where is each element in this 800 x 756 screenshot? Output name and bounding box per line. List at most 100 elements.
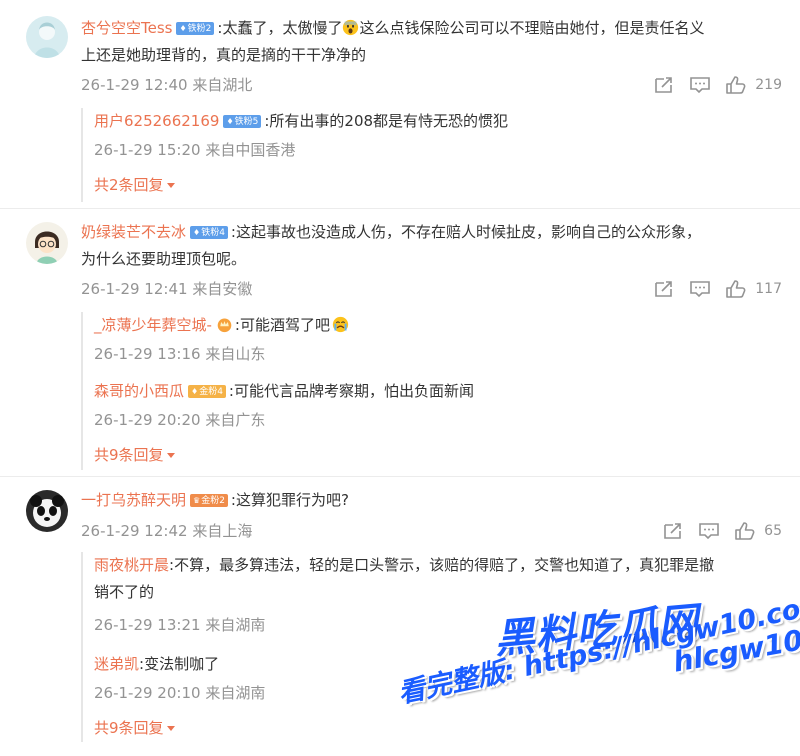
comment-text-line2: 为什么还要助理顶包呢。 [81,250,247,268]
reply-meta: 26-1-29 20:20 来自广东 [94,410,778,430]
reply-text: _凉薄少年葬空城- :可能酒驾了吧 [94,312,778,339]
like-count: 219 [755,77,782,93]
comment-username[interactable]: 杏兮空空Tess [81,19,172,37]
view-more-replies-label: 共9条回复 [94,719,164,737]
like-button[interactable]: 65 [734,521,782,541]
fan-badge: ♦铁粉5 [223,115,262,128]
crown-badge-icon [217,318,232,333]
reply-text: 迷弟凯:变法制咖了 [94,651,778,678]
comment-actions: 65 [662,521,782,541]
comment-text: 一打乌苏醉天明 ♛金粉2:这算犯罪行为吧? [81,487,778,514]
view-more-replies-link[interactable]: 共2条回复 [94,174,778,195]
comment-text: 奶绿装芒不去冰 ♦铁粉4:这起事故也没造成人伤，不存在赔人时候扯皮，影响自己的公众… [81,219,778,246]
reply-item: 森哥的小西瓜 ♦金粉4:可能代言品牌考察期，怕出负面新闻 26-1-29 20:2… [94,378,778,430]
reply-timestamp: 26-1-29 13:21 [94,616,201,634]
avatar-image [26,490,68,532]
reply-timestamp: 26-1-29 13:16 [94,345,201,363]
caret-down-icon [166,726,175,731]
reply-username[interactable]: 雨夜桃开晨 [94,556,169,574]
comment-username[interactable]: 一打乌苏醉天明 [81,491,186,509]
fearful-face-icon [343,19,359,36]
reply-username[interactable]: 森哥的小西瓜 [94,382,184,400]
reply-text-line2: 销不了的 [94,583,155,601]
comment-icon[interactable] [689,75,711,95]
comment-meta: 26-1-29 12:42 来自上海 [81,521,252,541]
comment-username[interactable]: 奶绿装芒不去冰 [81,223,186,241]
reply-meta: 26-1-29 20:10 来自湖南 [94,683,778,703]
fan-badge-label: 铁粉5 [234,117,259,127]
comment-text: 杏兮空空Tess ♦铁粉2:太蠢了，太傲慢了 这么点钱保险公司可以不理赔由她付，但… [81,15,778,42]
comment-icon[interactable] [689,279,711,299]
share-icon[interactable] [662,521,684,541]
reply-text: 用户6252662169 ♦铁粉5:所有出事的208都是有恃无恐的惯犯 [94,108,778,135]
avatar[interactable] [26,16,68,58]
reply-text-part: :可能酒驾了吧 [234,316,330,334]
comment-text-part: 这么点钱保险公司可以不理赔由她付，但是责任名义 [359,19,705,37]
thumbs-up-icon [726,76,746,94]
share-icon[interactable] [653,279,675,299]
fan-badge: ♦金粉4 [188,385,226,398]
reply-item: 迷弟凯:变法制咖了 26-1-29 20:10 来自湖南 [94,651,778,703]
comment-timestamp: 26-1-29 12:42 [81,522,188,540]
view-more-replies-label: 共9条回复 [94,446,164,464]
fan-badge-label: 铁粉2 [187,24,212,34]
reply-meta: 26-1-29 13:16 来自山东 [94,344,778,364]
reply-meta: 26-1-29 15:20 来自中国香港 [94,140,778,160]
reply-timestamp: 26-1-29 15:20 [94,141,201,159]
reply-username[interactable]: 用户6252662169 [94,112,219,130]
reply-location: 来自中国香港 [205,141,296,159]
comment-timestamp: 26-1-29 12:40 [81,76,188,94]
reply-item: _凉薄少年葬空城- :可能酒驾了吧 26-1-29 13:16 来自山东 [94,312,778,364]
reply-item: 雨夜桃开晨:不算，最多算违法，轻的是口头警示，该赔的得赔了，交警也知道了，真犯罪… [94,552,778,635]
reply-username[interactable]: 迷弟凯 [94,655,139,673]
view-more-replies-link[interactable]: 共9条回复 [94,717,778,738]
avatar[interactable] [26,490,68,532]
avatar-image [26,222,68,264]
fan-badge: ♦铁粉4 [190,226,228,239]
divider [0,476,800,477]
fan-badge-label: 金粉4 [199,387,223,397]
reply-text: 雨夜桃开晨:不算，最多算违法，轻的是口头警示，该赔的得赔了，交警也知道了，真犯罪… [94,552,778,579]
crying-face-icon [332,316,349,333]
reply-text: 森哥的小西瓜 ♦金粉4:可能代言品牌考察期，怕出负面新闻 [94,378,778,405]
comment-actions: 117 [653,279,782,299]
reply-text-part: :不算，最多算违法，轻的是口头警示，该赔的得赔了，交警也知道了，真犯罪是撤 [169,556,715,574]
comment-meta: 26-1-29 12:40 来自湖北 [81,75,252,95]
share-icon[interactable] [653,75,675,95]
like-button[interactable]: 117 [725,279,782,299]
reply-location: 来自广东 [205,411,266,429]
comment-text-part: :太蠢了，太傲慢了 [217,19,343,37]
like-button[interactable]: 219 [725,75,782,95]
comment-timestamp: 26-1-29 12:41 [81,280,188,298]
fan-badge-label: 铁粉4 [201,228,225,238]
comment-location: 来自上海 [192,522,253,540]
comment-location: 来自湖北 [192,76,253,94]
reply-list: _凉薄少年葬空城- :可能酒驾了吧 26-1-29 13:16 来自山东 森哥的… [81,312,778,470]
comment-icon[interactable] [698,521,720,541]
like-count: 117 [755,281,782,297]
fan-badge-label: 金粉2 [201,496,225,506]
comment-text-line2: 上还是她助理背的，真的是摘的干干净净的 [81,46,367,64]
caret-down-icon [166,453,175,458]
view-more-replies-label: 共2条回复 [94,176,164,194]
avatar[interactable] [26,222,68,264]
fan-badge: ♦铁粉2 [176,22,215,35]
view-more-replies-link[interactable]: 共9条回复 [94,444,778,465]
reply-timestamp: 26-1-29 20:10 [94,684,201,702]
thumbs-up-icon [735,522,755,540]
reply-location: 来自湖南 [205,684,266,702]
divider [0,208,800,209]
reply-username[interactable]: _凉薄少年葬空城- [94,316,212,334]
thumbs-up-icon [726,280,746,298]
reply-list: 用户6252662169 ♦铁粉5:所有出事的208都是有恃无恐的惯犯 26-1-… [81,108,778,202]
reply-meta: 26-1-29 13:21 来自湖南 [94,615,778,635]
comment-thread: 杏兮空空Tess ♦铁粉2:太蠢了，太傲慢了 这么点钱保险公司可以不理赔由她付，但… [0,0,800,756]
reply-text-part: :所有出事的208都是有恃无恐的惯犯 [264,112,509,130]
like-count: 65 [764,523,782,539]
reply-list: 雨夜桃开晨:不算，最多算违法，轻的是口头警示，该赔的得赔了，交警也知道了，真犯罪… [81,552,778,742]
avatar-image [26,16,68,58]
comment-text-part: :这起事故也没造成人伤，不存在赔人时候扯皮，影响自己的公众形象， [230,223,701,241]
fan-badge: ♛金粉2 [190,494,228,507]
caret-down-icon [166,183,175,188]
comment-actions: 219 [653,75,782,95]
